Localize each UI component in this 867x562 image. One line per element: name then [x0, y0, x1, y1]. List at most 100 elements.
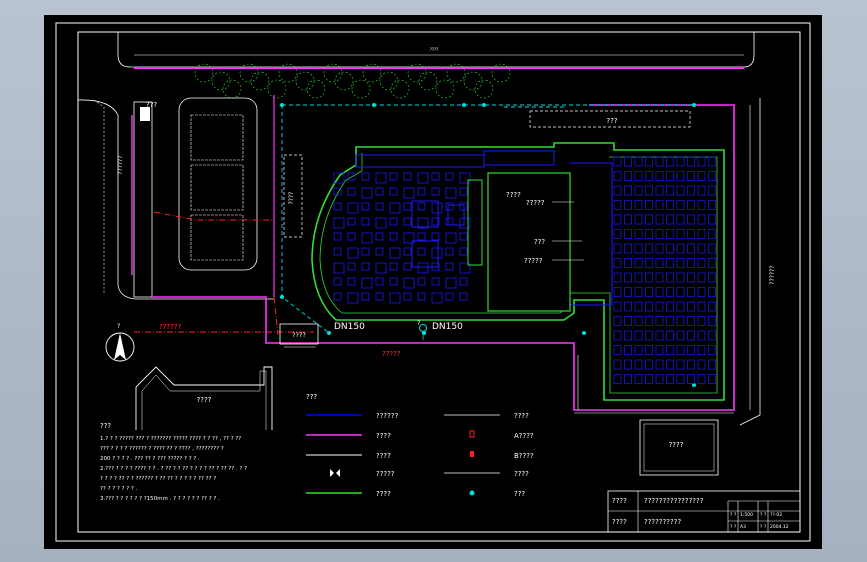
floor-cell [655, 345, 664, 355]
floor-cell [655, 214, 664, 225]
legend-item-right-3: B???? [514, 452, 534, 460]
floor-cell [687, 243, 695, 254]
floor-cell [445, 277, 457, 289]
floor-cell [666, 229, 674, 239]
notes-line: ??? ? ? ? ? ?????? ? ???? ?? ? ???? , ??… [100, 446, 224, 452]
floor-cell [708, 229, 716, 239]
floor-cell [624, 200, 632, 210]
floor-cell [361, 277, 373, 289]
floor-cell [634, 287, 643, 297]
floor-cell [655, 258, 664, 268]
floor-cell [459, 187, 468, 196]
floor-cell [347, 292, 359, 304]
floor-cell [655, 243, 664, 254]
floor-cell [613, 316, 622, 326]
floor-cell [645, 243, 653, 254]
pipe-node [692, 103, 696, 107]
floor-cell [697, 359, 706, 370]
floor-cell [347, 262, 356, 271]
north-arrow-icon [114, 333, 126, 360]
pipe-node [482, 103, 486, 107]
floor-cell [634, 359, 643, 370]
floor-cell [708, 272, 716, 283]
floor-cell [697, 156, 706, 167]
pipe-node [582, 331, 586, 335]
legend-symbol-right-3 [470, 451, 474, 457]
floor-cell [333, 232, 342, 241]
pipe-node [462, 103, 466, 107]
floor-cell [403, 187, 415, 199]
floor-cell [645, 171, 653, 181]
floor-cell [676, 258, 685, 268]
floor-cell [655, 171, 664, 181]
left-box-top-label: ??? [146, 101, 157, 109]
floor-cell [445, 172, 454, 181]
floor-cell [389, 277, 398, 286]
notes-line: 2.??? ? ? ? ? ???? ? ? . ? ?? ? ? ?? ? ?… [100, 466, 247, 472]
cad-viewport[interactable]: ???? ??? ?????? ?????? ??? ???? ???? ???… [44, 15, 822, 549]
floor-cell [697, 243, 706, 254]
dimension-text-top: ???? [430, 47, 439, 52]
floor-cell [655, 156, 664, 167]
floor-cell [445, 262, 454, 271]
floor-cell [624, 156, 632, 167]
floor-cell [708, 359, 716, 370]
floor-cell [361, 172, 370, 181]
floor-cell [697, 229, 706, 239]
dn150-right-label: DN150 [432, 322, 463, 332]
valve-symbol [419, 324, 427, 332]
floor-cell [634, 185, 643, 196]
road-label-bottom: ????? [382, 350, 401, 358]
floor-cell [333, 217, 345, 229]
room-a-label: ????? [526, 199, 545, 207]
pipe-node [280, 103, 284, 107]
floor-cell [389, 262, 398, 271]
floor-cell [655, 185, 664, 196]
floor-cell [431, 187, 440, 196]
floor-cell [634, 171, 643, 181]
pipe-node [280, 295, 284, 299]
floor-cell [645, 200, 653, 210]
floor-cell [676, 316, 685, 326]
floor-cell [655, 316, 664, 326]
floor-cell [445, 187, 457, 199]
floor-cell [645, 258, 653, 268]
mid-vertical-label: ???? [288, 192, 295, 205]
floor-cell [666, 272, 674, 283]
legend-item-right-5: ??? [514, 490, 525, 498]
tree-symbol [351, 79, 371, 99]
floor-cell [634, 229, 643, 239]
north-arrow-label: ? [117, 323, 120, 330]
road-label-left: ?????? [159, 323, 182, 331]
floor-cell [333, 202, 342, 211]
floor-cell [613, 374, 622, 384]
legend-item-right-2: A???? [514, 432, 534, 440]
floor-cell [676, 287, 685, 297]
floor-cell [666, 330, 674, 341]
floor-cell [389, 187, 398, 196]
pipe-node [372, 103, 376, 107]
floor-cell [347, 187, 356, 196]
floor-cell [361, 247, 370, 256]
floor-cell [624, 243, 632, 254]
floor-cell [417, 262, 429, 274]
notes-line: 3.??? ? ? ? ? ? ? ?150mm . ? ? ? ? ? ? ?… [100, 496, 220, 502]
floor-cell [389, 217, 398, 226]
floor-cell [708, 287, 716, 297]
floor-cell [666, 316, 674, 326]
floor-cell [613, 287, 622, 297]
floor-cell [624, 287, 632, 297]
room-c-label: ????? [524, 257, 543, 265]
floor-cell [676, 200, 685, 210]
fire-pipe-left [153, 211, 279, 336]
setback-left [93, 99, 105, 295]
floor-cell [676, 345, 685, 355]
floor-cell [361, 202, 370, 211]
floor-cell [666, 359, 674, 370]
floor-cell [375, 202, 384, 211]
floor-cell [624, 316, 632, 326]
floor-cell [666, 200, 674, 210]
floor-cell [634, 272, 643, 283]
floor-cell [697, 287, 706, 297]
floor-cell [403, 172, 412, 181]
